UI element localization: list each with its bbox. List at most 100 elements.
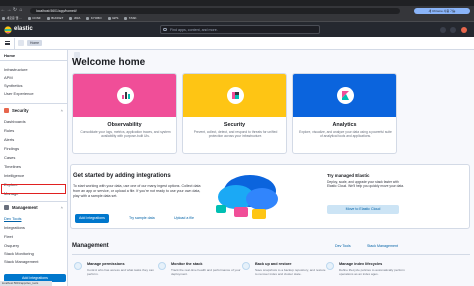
mcard-description: Save snapshots to a backup repository, a…: [255, 268, 326, 276]
status-bar: localhost:5601/app/dev_tools: [0, 281, 52, 286]
card-description: Explore, visualize, and analyze your dat…: [299, 130, 392, 139]
observability-icon: [117, 87, 134, 104]
cloud-illustration-icon: [216, 175, 278, 219]
sidebar-item-dashboards[interactable]: Dashboards: [4, 119, 26, 125]
chevron-up-icon[interactable]: ˄: [61, 205, 63, 210]
search-input[interactable]: Find apps, content, and more.: [160, 25, 320, 34]
card-description: Consolidate your logs, metrics, applicat…: [80, 130, 171, 139]
sidebar-item-rules[interactable]: Rules: [4, 128, 14, 134]
mcard-description: Control who has access and what tasks th…: [87, 268, 154, 276]
add-integrations-button[interactable]: Add integrations: [75, 214, 109, 223]
folder-icon: [69, 16, 73, 20]
try-sample-data-link[interactable]: Try sample data: [129, 214, 155, 223]
sidebar-item-dev-tools[interactable]: Dev Tools: [4, 216, 22, 222]
sidebar-item-intelligence[interactable]: Intelligence: [4, 173, 24, 179]
sidebar-item-cases[interactable]: Cases: [4, 155, 15, 161]
home-icon[interactable]: ⌂: [18, 6, 24, 15]
kibana-icon: [337, 87, 354, 104]
folder-icon: [86, 16, 90, 20]
url-field[interactable]: localhost:5601/app/home#/: [30, 7, 400, 14]
bookmark-item[interactable]: GPS: [107, 16, 118, 20]
sidebar-item-fleet[interactable]: Fleet: [4, 234, 13, 240]
mcard-title: Back up and restore: [255, 262, 292, 266]
mcard-title: Manage permissions: [87, 262, 125, 266]
dev-tools-link[interactable]: Dev Tools: [335, 243, 351, 249]
breadcrumb-bar: Home: [0, 37, 474, 50]
management-title: Management: [72, 243, 109, 249]
dev-tools-highlight: [1, 184, 66, 194]
elastic-logo-icon[interactable]: [4, 25, 12, 34]
mcard-description: Define lifecycle policies to automatical…: [339, 268, 405, 276]
chevron-up-icon[interactable]: ˄: [61, 108, 63, 113]
solution-card-analytics[interactable]: Analytics Explore, visualize, and analyz…: [292, 73, 397, 154]
stack-management-link[interactable]: Stack Management: [367, 243, 398, 249]
kibana-header: elastic Find apps, content, and more.: [0, 22, 474, 37]
sidebar-item-timelines[interactable]: Timelines: [4, 164, 21, 170]
breadcrumb[interactable]: Home: [27, 40, 43, 46]
card-title: Analytics: [332, 122, 357, 128]
panel-title: Get started by adding integrations: [73, 173, 171, 179]
help-icon[interactable]: [440, 26, 446, 33]
bookmark-item[interactable]: 새로운 탭 ...: [2, 16, 22, 20]
lock-icon: [74, 262, 82, 270]
folder-icon: [46, 16, 50, 20]
page-title: Welcome home: [72, 57, 146, 68]
solution-card-security[interactable]: Security Prevent, collect, detect, and r…: [182, 73, 287, 154]
mcard-title: Manage index lifecycles: [339, 262, 383, 266]
sidebar-item-alerts[interactable]: Alerts: [4, 137, 14, 143]
bookmarks-bar: 새로운 탭 ... CONF BUCKET JIRA KYOBO GPS TAS…: [0, 15, 474, 22]
sidebar-item-apm[interactable]: APM: [4, 75, 13, 81]
integrations-panel: Get started by adding integrations To st…: [70, 164, 470, 229]
sidebar-item-integrations[interactable]: Integrations: [4, 225, 25, 231]
security-icon: [227, 87, 244, 104]
sidebar-item-synthetics[interactable]: Synthetics: [4, 83, 22, 89]
bookmark-item[interactable]: TASK: [124, 16, 137, 20]
bookmark-item[interactable]: JIRA: [69, 16, 80, 20]
sidebar-section-security[interactable]: Security: [4, 107, 29, 114]
sidebar-section-management[interactable]: Management: [4, 204, 38, 211]
card-title: Security: [223, 122, 246, 128]
deployment-icon[interactable]: [18, 40, 24, 46]
security-icon: [4, 108, 9, 113]
try-cloud-title: Try managed Elastic: [327, 173, 370, 178]
side-nav: Home Infrastructure APM Synthetics User …: [0, 50, 68, 286]
folder-icon: [124, 16, 128, 20]
sidebar-item-stack-management[interactable]: Stack Management: [4, 259, 38, 265]
sidebar-item-findings[interactable]: Findings: [4, 146, 19, 152]
divider: [0, 60, 67, 61]
card-title: Observability: [107, 122, 142, 128]
browser-address-bar: ← → ↻ ⌂ localhost:5601/app/home#/ 새 Chro…: [0, 6, 474, 15]
bookmark-item[interactable]: CONF: [27, 16, 41, 20]
avatar[interactable]: [461, 26, 467, 33]
sidebar-item-user-experience[interactable]: User Experience: [4, 91, 34, 97]
gear-icon: [4, 205, 9, 210]
mcard-title: Monitor the stack: [171, 262, 203, 266]
sidebar-item-stack-monitoring[interactable]: Stack Monitoring: [4, 251, 34, 257]
sidebar-item-home[interactable]: Home: [4, 53, 15, 59]
folder-icon: [27, 16, 31, 20]
try-cloud-description: Deploy, scale, and upgrade your stack fa…: [327, 180, 404, 189]
panel-description: To start working with your data, use one…: [73, 184, 201, 198]
upload-file-link[interactable]: Upload a file: [174, 214, 194, 223]
bookmark-icon: [2, 16, 5, 20]
divider: [72, 254, 470, 255]
logo-text[interactable]: elastic: [14, 25, 33, 34]
divider: [0, 201, 67, 202]
bookmark-item[interactable]: BUCKET: [46, 16, 63, 20]
search-icon: [163, 27, 167, 31]
move-to-cloud-button[interactable]: Move to Elastic Cloud: [327, 205, 399, 214]
database-icon: [242, 262, 250, 270]
mcard-description: Track the real-time health and performan…: [171, 268, 241, 276]
divider: [0, 103, 67, 104]
divider: [14, 38, 15, 49]
sidebar-item-infrastructure[interactable]: Infrastructure: [4, 67, 28, 73]
news-icon[interactable]: [450, 26, 456, 33]
solution-card-observability[interactable]: Observability Consolidate your logs, met…: [72, 73, 177, 154]
sidebar-item-osquery[interactable]: Osquery: [4, 243, 19, 249]
bookmark-item[interactable]: KYOBO: [86, 16, 102, 20]
lifecycle-icon: [326, 262, 334, 270]
chrome-update-button[interactable]: 새 Chrome 사용 가능: [414, 7, 470, 14]
card-description: Prevent, collect, detect, and respond to…: [193, 130, 278, 139]
menu-toggle-icon[interactable]: [5, 41, 10, 45]
monitoring-icon: [158, 262, 166, 270]
